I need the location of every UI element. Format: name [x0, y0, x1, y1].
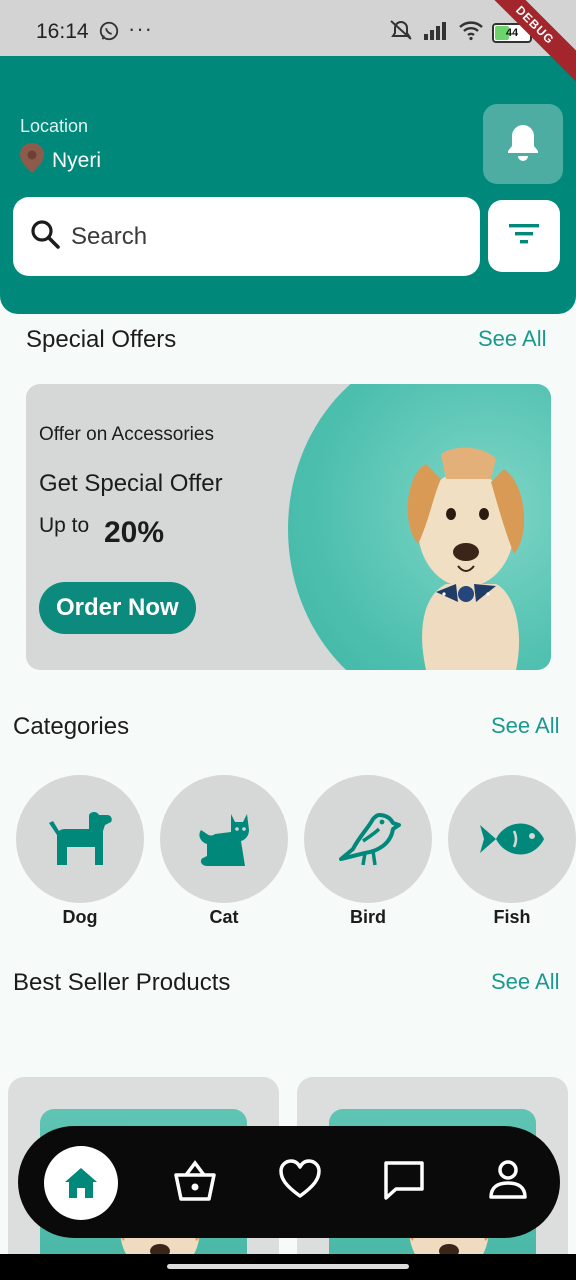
- category-label: Dog: [62, 907, 98, 927]
- more-notifications-icon: ···: [128, 16, 153, 41]
- offer-percent: 20%: [104, 516, 165, 549]
- location-name: Nyeri: [52, 148, 102, 172]
- categories-see-all[interactable]: See All: [491, 713, 560, 739]
- filter-button[interactable]: [488, 200, 560, 272]
- nav-favorites-button[interactable]: [278, 1159, 322, 1199]
- notifications-button[interactable]: [483, 104, 563, 184]
- bell-icon: [505, 122, 541, 167]
- category-label: Bird: [350, 907, 386, 927]
- order-now-button[interactable]: Order Now: [39, 582, 196, 634]
- category-bird[interactable]: Bird: [304, 775, 432, 928]
- search-input[interactable]: [71, 222, 451, 251]
- heart-icon: [279, 1159, 321, 1198]
- bird-icon: [339, 813, 401, 866]
- location-label: Location: [20, 116, 89, 136]
- dog-photo: [407, 447, 525, 670]
- chat-icon: [384, 1161, 424, 1200]
- home-icon: [65, 1168, 97, 1198]
- nav-home-button[interactable]: [44, 1146, 118, 1220]
- category-label: Fish: [493, 907, 531, 927]
- mute-icon: [388, 18, 414, 47]
- nav-profile-button[interactable]: [488, 1159, 528, 1201]
- whatsapp-icon: [98, 20, 120, 47]
- signal-icon: [422, 20, 450, 45]
- best-sellers-see-all[interactable]: See All: [491, 969, 560, 995]
- status-time: 16:14: [36, 20, 89, 43]
- dog-icon: [49, 812, 112, 865]
- special-offers-see-all[interactable]: See All: [478, 326, 547, 352]
- fish-icon: [480, 823, 544, 855]
- basket-icon: [174, 1160, 216, 1201]
- category-label: Cat: [209, 907, 239, 927]
- category-dog[interactable]: Dog: [16, 775, 144, 928]
- cat-icon: [199, 814, 249, 866]
- bottom-navigation: [18, 1126, 560, 1238]
- special-offers-title: Special Offers: [26, 326, 177, 353]
- category-cat[interactable]: Cat: [160, 775, 288, 928]
- nav-cart-button[interactable]: [172, 1159, 218, 1203]
- wifi-icon: [458, 19, 484, 46]
- best-sellers-title: Best Seller Products: [13, 969, 231, 996]
- gesture-navigation-bar: [0, 1254, 576, 1280]
- offer-up-to: Up to: [39, 514, 90, 537]
- search-bar[interactable]: [13, 197, 480, 276]
- gesture-handle[interactable]: [167, 1264, 409, 1269]
- location-pin-icon: [18, 142, 46, 179]
- offer-banner[interactable]: Offer on Accessories Get Special Offer U…: [26, 384, 551, 670]
- location-selector[interactable]: Nyeri: [18, 142, 101, 179]
- categories-title: Categories: [13, 713, 130, 740]
- offer-title: Get Special Offer: [39, 470, 223, 497]
- category-fish[interactable]: Fish: [448, 775, 576, 928]
- search-icon: [29, 218, 61, 255]
- status-bar: 16:14 ··· 44 DEBUG: [0, 0, 576, 93]
- battery-level: 44: [505, 26, 519, 39]
- user-icon: [489, 1160, 527, 1199]
- offer-subtitle: Offer on Accessories: [39, 424, 214, 445]
- nav-messages-button[interactable]: [382, 1159, 426, 1201]
- filter-icon: [509, 223, 539, 250]
- app-header: Location Nyeri: [0, 56, 576, 314]
